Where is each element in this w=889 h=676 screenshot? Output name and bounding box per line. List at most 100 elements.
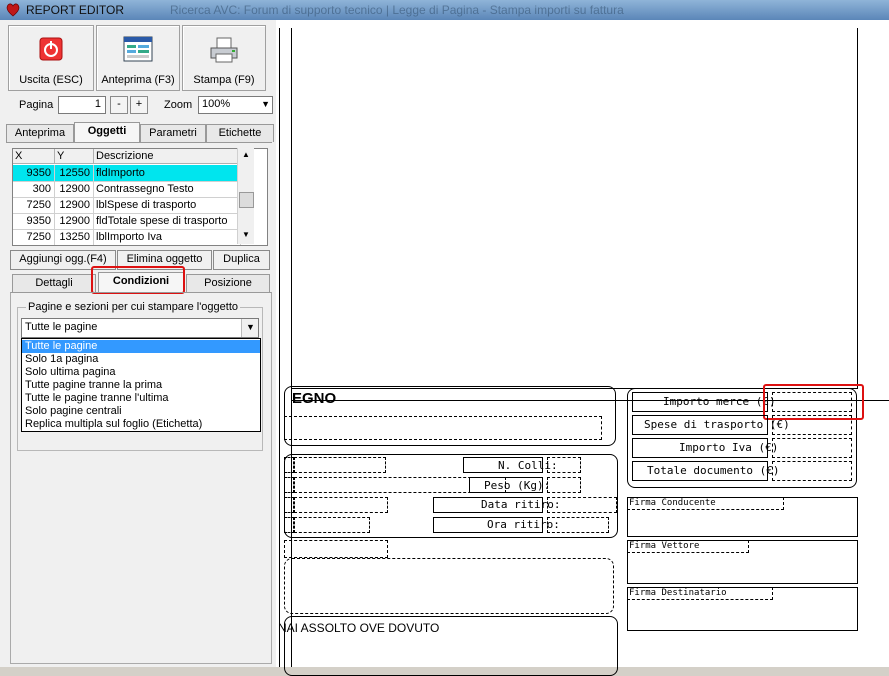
power-icon [39, 37, 63, 61]
spese-trasporto-label[interactable]: Spese di trasporto (€) [644, 418, 790, 431]
tab-dettagli[interactable]: Dettagli [12, 274, 96, 292]
totale-documento-label[interactable]: Totale documento (€) [647, 464, 779, 477]
peso-label[interactable]: Peso (Kg): [484, 479, 550, 492]
page-condition-value: Tutte le pagine [25, 321, 98, 333]
table-cell-x: 300 [13, 181, 55, 197]
field-ora-ritiro[interactable] [547, 517, 609, 533]
shipment-field-3b[interactable] [294, 497, 388, 513]
table-row[interactable]: 7250 13250 lblImporto Iva [13, 229, 241, 245]
page-plus-button[interactable]: + [130, 96, 148, 114]
table-cell-y: 12900 [55, 197, 94, 213]
tab-oggetti[interactable]: Oggetti [74, 122, 140, 143]
zoom-select[interactable]: 100% ▼ [198, 96, 273, 114]
page-right-border [857, 28, 858, 388]
objects-grid[interactable]: X Y Descrizione 9350 12550 fldImporto 300 12… [12, 148, 268, 246]
importo-merce-label[interactable]: Importo merce (€) [663, 395, 776, 408]
grid-scrollbar[interactable]: ▲ ▼ [237, 148, 254, 244]
field-firma-vettore[interactable] [627, 540, 749, 553]
preview-label: Anteprima (F3) [101, 74, 175, 86]
page-input[interactable]: 1 [58, 96, 106, 114]
notes-header-field[interactable] [284, 540, 388, 558]
shipment-field-4a[interactable] [284, 517, 294, 533]
tab-parametri[interactable]: Parametri [140, 124, 206, 142]
combo-button[interactable]: ▼ [241, 319, 258, 337]
table-cell-y: 13250 [55, 229, 94, 245]
column-header-descrizione[interactable]: Descrizione [94, 149, 238, 164]
table-row[interactable]: 300 12900 Contrassegno Testo [13, 181, 241, 198]
table-cell-desc: Contrassegno Testo [94, 181, 241, 197]
field-totale-documento[interactable] [772, 461, 852, 481]
shipment-field-1b[interactable] [294, 457, 386, 473]
zoom-label: Zoom [164, 99, 193, 111]
preview-window-icon [123, 36, 153, 62]
page-minus-button[interactable]: - [110, 96, 128, 114]
importo-iva-label[interactable]: Importo Iva (€) [679, 441, 778, 454]
column-header-y[interactable]: Y [55, 149, 94, 164]
page-condition-select[interactable]: Tutte le pagine ▼ [21, 318, 259, 338]
field-n-colli[interactable] [547, 457, 581, 473]
table-cell-x: 9350 [13, 165, 55, 181]
table-cell-desc: fldImporto [94, 165, 241, 181]
table-row[interactable]: 9350 12550 fldImporto [13, 165, 241, 182]
field-importo-iva[interactable] [772, 438, 852, 458]
page-value: 1 [94, 98, 101, 110]
contrassegno-dashed-field[interactable] [284, 416, 602, 440]
footer-frame[interactable] [284, 616, 618, 676]
scroll-thumb[interactable] [239, 192, 254, 208]
exit-button[interactable]: Uscita (ESC) [8, 25, 94, 91]
notes-field[interactable] [284, 558, 614, 614]
printer-icon [210, 37, 238, 63]
field-firma-destinatario[interactable] [627, 587, 773, 600]
page-label: Pagina [19, 99, 54, 111]
column-header-x[interactable]: X [13, 149, 55, 164]
field-firma-conducente[interactable] [627, 497, 784, 510]
page-condition-dropdown: Tutte le pagine Solo 1a pagina Solo ultima… [21, 338, 261, 432]
tab-anteprima[interactable]: Anteprima [6, 124, 74, 142]
print-button[interactable]: Stampa (F9) [182, 25, 266, 91]
table-row[interactable]: 7250 12900 lblSpese di trasporto [13, 197, 241, 214]
dropdown-option[interactable]: Solo pagine centrali [22, 405, 260, 418]
zoom-value: 100% [202, 98, 231, 110]
title-bar: REPORT EDITOR Ricerca AVC: Forum di supp… [0, 0, 889, 20]
field-peso[interactable] [547, 477, 581, 493]
tab-etichette[interactable]: Etichette [206, 124, 274, 142]
shipment-field-1a[interactable] [284, 457, 294, 473]
scroll-down-icon[interactable]: ▼ [242, 230, 250, 239]
shipment-field-3a[interactable] [284, 497, 294, 513]
window-title: REPORT EDITOR [26, 3, 125, 17]
table-cell-x: 7250 [13, 197, 55, 213]
table-cell-desc: lblSpese di trasporto [94, 197, 241, 213]
table-cell-y: 12900 [55, 181, 94, 197]
table-cell-desc: fldTotale spese di trasporto [94, 213, 241, 229]
object-tabs: Anteprima Oggetti Parametri Etichette [6, 122, 274, 143]
field-data-ritiro[interactable] [547, 497, 617, 513]
dropdown-option[interactable]: Solo 1a pagina [22, 353, 260, 366]
field-spese-trasporto[interactable] [772, 415, 852, 435]
table-row[interactable]: 9350 12900 fldTotale spese di trasporto [13, 213, 241, 230]
table-cell-y: 12550 [55, 165, 94, 181]
tab-divider [6, 142, 272, 143]
table-cell-x: 9350 [13, 213, 55, 229]
shipment-field-4b[interactable] [294, 517, 370, 533]
chevron-down-icon: ▼ [261, 99, 270, 109]
background-window-title: Ricerca AVC: Forum di supporto tecnico |… [170, 3, 624, 17]
dropdown-option[interactable]: Tutte pagine tranne la prima [22, 379, 260, 392]
dropdown-option[interactable]: Solo ultima pagina [22, 366, 260, 379]
annotation-highlight-condizioni [91, 266, 185, 294]
table-cell-y: 12900 [55, 213, 94, 229]
preview-button[interactable]: Anteprima (F3) [96, 25, 180, 91]
scroll-up-icon[interactable]: ▲ [242, 150, 250, 159]
chevron-down-icon: ▼ [246, 322, 255, 332]
conditions-group-label: Pagine e sezioni per cui stampare l'ogge… [26, 301, 241, 313]
dropdown-option[interactable]: Replica multipla sul foglio (Etichetta) [22, 418, 260, 431]
table-cell-desc: lblImporto Iva [94, 229, 241, 245]
exit-label: Uscita (ESC) [19, 74, 83, 86]
dropdown-option[interactable]: Tutte le pagine [22, 340, 260, 353]
dropdown-option[interactable]: Tutte le pagine tranne l'ultima [22, 392, 260, 405]
app-icon [6, 3, 20, 17]
shipment-field-2a[interactable] [284, 477, 294, 493]
duplicate-button[interactable]: Duplica [213, 250, 270, 270]
report-canvas[interactable]: EGNO Importo merce (€) Spese di trasport… [276, 20, 889, 676]
table-cell-x: 7250 [13, 229, 55, 245]
tab-posizione[interactable]: Posizione [186, 274, 270, 292]
